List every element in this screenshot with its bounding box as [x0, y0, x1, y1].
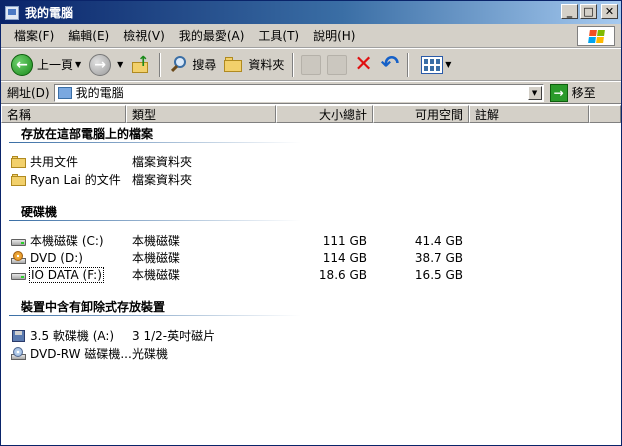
cd-rw-drive-icon — [11, 346, 27, 361]
search-label: 搜尋 — [192, 58, 217, 72]
window-title: 我的電腦 — [25, 6, 74, 20]
list-item[interactable]: IO DATA (F:) 本機磁碟 18.6 GB 16.5 GB — [1, 266, 621, 283]
list-item[interactable]: DVD-RW 磁碟機... 光碟機 — [1, 345, 621, 362]
list-item[interactable]: 3.5 軟碟機 (A:) 3 1/2-英吋磁片 — [1, 327, 621, 344]
undo-icon[interactable]: ↶ — [381, 53, 399, 76]
menu-edit[interactable]: 編輯(E) — [61, 27, 116, 44]
copy-to-icon[interactable] — [327, 54, 348, 75]
hard-disk-icon — [11, 234, 27, 248]
item-type: 本機磁碟 — [132, 251, 181, 265]
list-item[interactable]: Ryan Lai 的文件 檔案資料夾 — [1, 171, 621, 188]
views-button[interactable]: ▼ — [413, 51, 455, 79]
group-divider — [9, 220, 301, 221]
title-bar[interactable]: 我的電腦 _ □ ✕ — [1, 1, 621, 24]
item-type: 3 1/2-英吋磁片 — [132, 329, 216, 343]
list-item[interactable]: 共用文件 檔案資料夾 — [1, 153, 621, 170]
explorer-window: 我的電腦 _ □ ✕ 檔案(F) 編輯(E) 檢視(V) 我的最愛(A) 工具(… — [0, 0, 622, 446]
toolbar-separator — [159, 52, 162, 77]
column-type[interactable]: 類型 — [126, 105, 276, 123]
group-title: 硬碟機 — [21, 205, 58, 219]
item-type: 檔案資料夾 — [132, 155, 193, 169]
maximize-button[interactable]: □ — [580, 4, 597, 19]
windows-logo-icon — [577, 26, 615, 46]
close-button[interactable]: ✕ — [601, 4, 618, 19]
address-value: 我的電腦 — [75, 86, 124, 100]
menu-file[interactable]: 檔案(F) — [7, 27, 61, 44]
back-label: 上一頁 — [37, 58, 74, 72]
menu-favorites[interactable]: 我的最愛(A) — [172, 27, 252, 44]
item-free-space: 16.5 GB — [414, 267, 463, 282]
go-arrow-icon: → — [549, 83, 568, 102]
item-name: 3.5 軟碟機 (A:) — [30, 329, 115, 343]
item-name: 共用文件 — [30, 155, 79, 169]
menu-tools[interactable]: 工具(T) — [251, 27, 306, 44]
menu-view[interactable]: 檢視(V) — [116, 27, 172, 44]
move-to-icon[interactable] — [301, 54, 322, 75]
item-name: IO DATA (F:) — [29, 266, 104, 283]
column-header: 名稱 類型 大小總計 可用空間 註解 — [1, 105, 621, 123]
item-type: 檔案資料夾 — [132, 173, 193, 187]
dvd-drive-icon — [11, 250, 27, 265]
floppy-drive-icon — [11, 329, 27, 343]
item-name: DVD-RW 磁碟機... — [30, 347, 132, 361]
column-name[interactable]: 名稱 — [1, 105, 126, 123]
column-comment[interactable]: 註解 — [469, 105, 589, 123]
item-name: Ryan Lai 的文件 — [30, 173, 121, 187]
folders-label: 資料夾 — [248, 58, 285, 72]
list-item[interactable]: DVD (D:) 本機磁碟 114 GB 38.7 GB — [1, 249, 621, 266]
delete-icon[interactable]: ✕ — [354, 53, 372, 76]
file-list: 存放在這部電腦上的檔案 共用文件 檔案資料夾 Ryan Lai 的文件 檔案資料… — [1, 123, 621, 445]
views-dropdown-icon[interactable]: ▼ — [445, 60, 451, 69]
up-folder-button[interactable]: ↑ — [127, 51, 155, 79]
views-icon — [421, 55, 444, 74]
item-free-space: 41.4 GB — [414, 233, 463, 248]
group-divider — [9, 142, 301, 143]
forward-dropdown-icon[interactable]: ▼ — [117, 60, 123, 69]
menu-bar: 檔案(F) 編輯(E) 檢視(V) 我的最愛(A) 工具(T) 說明(H) — [1, 24, 621, 48]
item-free-space: 38.7 GB — [414, 250, 463, 265]
forward-button[interactable]: → ▼ — [85, 51, 127, 79]
window-controls: _ □ ✕ — [561, 4, 618, 19]
search-button[interactable]: 搜尋 — [165, 51, 220, 79]
item-name: 本機磁碟 (C:) — [30, 234, 104, 248]
address-label: 網址(D) — [7, 86, 50, 100]
list-item[interactable]: 本機磁碟 (C:) 本機磁碟 111 GB 41.4 GB — [1, 232, 621, 249]
group-divider — [9, 315, 301, 316]
item-total-size: 111 GB — [322, 233, 367, 248]
my-computer-icon — [5, 5, 19, 20]
hard-disk-icon — [11, 268, 27, 282]
item-type: 本機磁碟 — [132, 268, 181, 282]
address-dropdown-icon[interactable]: ▼ — [527, 85, 542, 100]
toolbar-separator — [292, 52, 295, 77]
back-button[interactable]: ← 上一頁 ▼ — [7, 51, 85, 79]
group-title: 存放在這部電腦上的檔案 — [21, 127, 154, 141]
back-arrow-icon: ← — [11, 53, 33, 76]
search-icon — [169, 55, 189, 75]
address-input[interactable]: 我的電腦 ▼ — [53, 83, 544, 102]
back-dropdown-icon[interactable]: ▼ — [75, 60, 81, 69]
group-title: 裝置中含有卸除式存放裝置 — [21, 300, 166, 314]
item-total-size: 18.6 GB — [318, 267, 367, 282]
menu-help[interactable]: 說明(H) — [306, 27, 362, 44]
column-filler — [589, 105, 621, 123]
folder-icon — [11, 173, 27, 187]
go-button[interactable]: → 移至 — [549, 83, 596, 102]
toolbar-separator — [407, 52, 410, 77]
up-folder-icon: ↑ — [131, 55, 151, 75]
folder-icon — [11, 155, 27, 169]
forward-arrow-icon: → — [89, 53, 112, 76]
column-total-size[interactable]: 大小總計 — [276, 105, 373, 123]
folders-button[interactable]: 資料夾 — [220, 51, 288, 79]
item-name: DVD (D:) — [30, 250, 83, 265]
column-free-space[interactable]: 可用空間 — [373, 105, 469, 123]
minimize-button[interactable]: _ — [561, 4, 578, 19]
item-type: 本機磁碟 — [132, 234, 181, 248]
item-type: 光碟機 — [132, 347, 169, 361]
my-computer-icon — [57, 86, 72, 99]
item-total-size: 114 GB — [322, 250, 367, 265]
toolbar: ← 上一頁 ▼ → ▼ ↑ 搜尋 資料夾 ✕ ↶ ▼ — [1, 49, 621, 81]
address-bar: 網址(D) 我的電腦 ▼ → 移至 — [1, 82, 621, 104]
folders-icon — [224, 56, 244, 73]
go-label: 移至 — [571, 86, 596, 100]
